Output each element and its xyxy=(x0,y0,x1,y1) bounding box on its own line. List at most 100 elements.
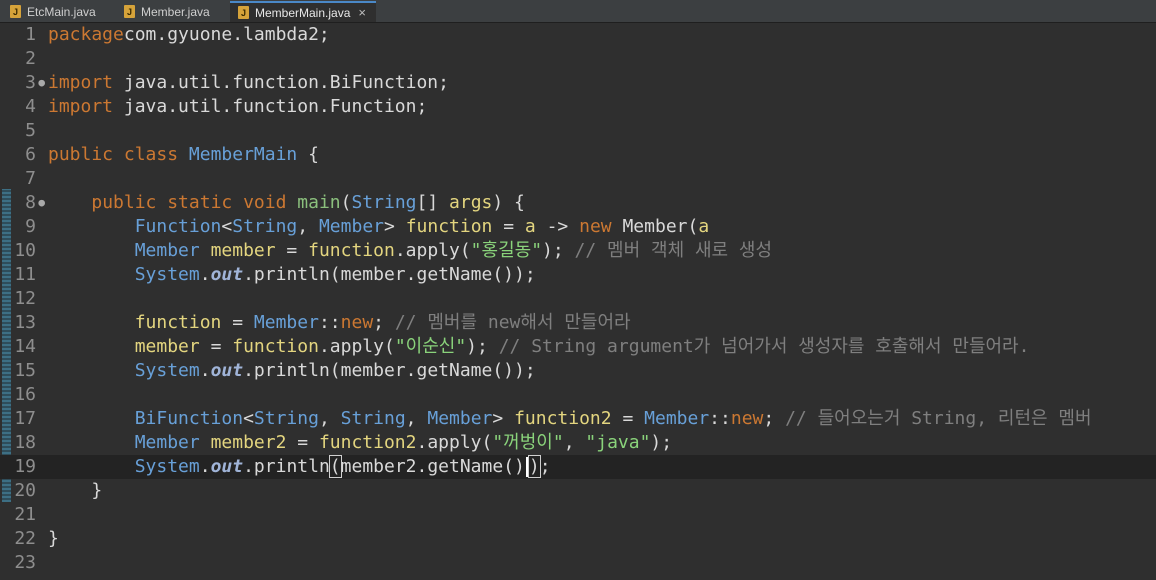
code-text: Member member = function.apply("홍길동"); /… xyxy=(48,239,772,263)
code-token: Member xyxy=(134,240,211,261)
line-number: 12 xyxy=(14,288,36,309)
code-line[interactable]: 20 } xyxy=(0,479,1156,503)
line-number: 19 xyxy=(14,456,36,477)
code-token: ( xyxy=(328,455,342,478)
code-line[interactable]: 10 Member member = function.apply("홍길동")… xyxy=(0,239,1156,263)
line-number: 10 xyxy=(14,240,36,261)
code-line[interactable]: 11 System.out.println(member.getName()); xyxy=(0,263,1156,287)
code-token: .println(member.getName()); xyxy=(243,264,536,285)
close-icon[interactable]: × xyxy=(358,5,366,20)
code-token: member2 xyxy=(210,432,287,453)
code-line[interactable]: 18 Member member2 = function2.apply("꺼벙이… xyxy=(0,431,1156,455)
line-number: 17 xyxy=(14,408,36,429)
tab-etcmain-java[interactable]: J EtcMain.java xyxy=(2,1,116,22)
code-text: member = function.apply("이순신"); // Strin… xyxy=(48,335,1030,359)
code-line[interactable]: 12 xyxy=(0,287,1156,311)
code-token: java.util.function.Function; xyxy=(113,96,428,117)
line-number: 18 xyxy=(14,432,36,453)
code-line[interactable]: 2 xyxy=(0,47,1156,71)
code-token: ) { xyxy=(492,192,525,213)
code-token: Member xyxy=(253,312,319,333)
tab-label: Member.java xyxy=(141,4,210,19)
java-file-icon: J xyxy=(238,6,249,19)
code-line[interactable]: 17 BiFunction<String, String, Member> fu… xyxy=(0,407,1156,431)
code-token: ; xyxy=(373,312,395,333)
fold-toggle-icon[interactable]: ● xyxy=(38,71,45,95)
line-number: 7 xyxy=(25,168,36,189)
code-token: Member( xyxy=(622,216,699,237)
code-token: MemberMain xyxy=(188,144,298,165)
code-token: .println xyxy=(243,456,330,477)
code-token: function2 xyxy=(318,432,417,453)
code-editor[interactable]: 1 packagecom.gyuone.lambda2; 2 3 ● import jav… xyxy=(0,23,1156,580)
code-token: > xyxy=(384,216,406,237)
code-token: Member xyxy=(644,408,710,429)
code-line[interactable]: 8 ● public static void main(String[] args… xyxy=(0,191,1156,215)
code-line[interactable]: 15 System.out.println(member.getName()); xyxy=(0,359,1156,383)
code-token: // 멤버를 new해서 만들어라 xyxy=(394,312,631,333)
code-token: ; xyxy=(539,456,551,477)
line-number: 14 xyxy=(14,336,36,357)
tab-membermain-java[interactable]: J MemberMain.java × xyxy=(230,1,376,22)
code-token: function xyxy=(134,312,222,333)
code-token: { xyxy=(297,144,319,165)
editor-tab-bar: J EtcMain.java J Member.java J MemberMain.jav… xyxy=(0,0,1156,23)
code-token: // 멤버 객체 새로 생성 xyxy=(574,240,773,261)
code-token: ); xyxy=(650,432,673,453)
tab-label: MemberMain.java xyxy=(255,5,351,20)
code-text: public class MemberMain { xyxy=(48,143,319,167)
code-line[interactable]: 22} xyxy=(0,527,1156,551)
code-token: = xyxy=(492,216,525,237)
code-line[interactable]: 4 import java.util.function.Function; xyxy=(0,95,1156,119)
code-token: , xyxy=(563,432,586,453)
line-number: 6 xyxy=(25,144,36,165)
code-line[interactable]: 6 public class MemberMain { xyxy=(0,143,1156,167)
code-token: :: xyxy=(318,312,341,333)
code-line[interactable]: 16 xyxy=(0,383,1156,407)
code-line[interactable]: 3 ● import java.util.function.BiFunction; xyxy=(0,71,1156,95)
code-token: :: xyxy=(709,408,731,429)
line-number: 8 ● xyxy=(25,192,45,213)
code-line[interactable]: 14 member = function.apply("이순신"); // St… xyxy=(0,335,1156,359)
tab-label: EtcMain.java xyxy=(27,4,96,19)
code-line[interactable]: 13 function = Member::new; // 멤버를 new해서 … xyxy=(0,311,1156,335)
code-token: Member xyxy=(318,216,384,237)
code-text: } xyxy=(48,527,59,551)
code-token: String xyxy=(351,192,417,213)
code-line[interactable]: 19 System.out.println(member2.getName())… xyxy=(0,455,1156,479)
tab-member-java[interactable]: J Member.java xyxy=(116,1,230,22)
code-token: -> xyxy=(535,216,580,237)
code-token: System xyxy=(134,456,200,477)
code-token: > xyxy=(492,408,515,429)
line-number: 23 xyxy=(14,552,36,573)
code-text: packagecom.gyuone.lambda2; xyxy=(48,23,330,47)
code-token: ) xyxy=(527,455,541,478)
code-line[interactable]: 5 xyxy=(0,119,1156,143)
code-text: } xyxy=(48,479,102,503)
code-token: a xyxy=(698,216,710,237)
line-number: 5 xyxy=(25,120,36,141)
code-text: function = Member::new; // 멤버를 new해서 만들어… xyxy=(48,311,631,335)
code-token: import xyxy=(48,72,114,93)
code-line[interactable]: 23 xyxy=(0,551,1156,575)
line-number: 22 xyxy=(14,528,36,549)
code-token: . xyxy=(199,360,211,381)
code-text: BiFunction<String, String, Member> funct… xyxy=(48,407,1092,431)
fold-toggle-icon[interactable]: ● xyxy=(38,191,45,215)
code-token: // String argument가 넘어가서 생성자를 호출해서 만들어라. xyxy=(498,336,1030,357)
code-token: .println(member.getName()); xyxy=(243,360,536,381)
code-text: import java.util.function.Function; xyxy=(48,95,427,119)
code-line[interactable]: 9 Function<String, Member> function = a … xyxy=(0,215,1156,239)
code-line[interactable]: 7 xyxy=(0,167,1156,191)
line-number: 1 xyxy=(25,24,36,45)
code-token: out xyxy=(210,360,244,381)
code-token: out xyxy=(210,264,244,285)
code-line[interactable]: 21 xyxy=(0,503,1156,527)
code-token: package xyxy=(48,24,124,45)
code-token: function xyxy=(308,240,395,261)
code-line[interactable]: 1 packagecom.gyuone.lambda2; xyxy=(0,23,1156,47)
